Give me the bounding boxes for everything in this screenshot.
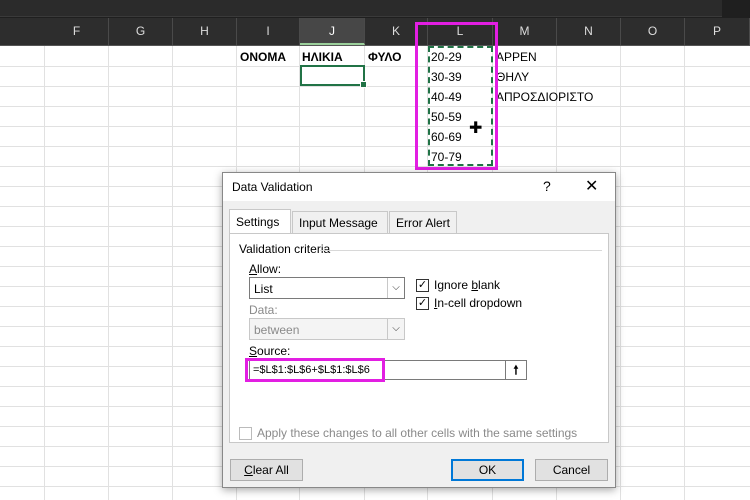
column-header-j[interactable]: J (300, 18, 365, 45)
chevron-down-icon[interactable]: ⌵ (387, 278, 404, 298)
highlight-box-column-l (415, 22, 498, 170)
formula-bar-strip (0, 0, 722, 17)
active-cell-j2[interactable] (300, 65, 367, 88)
column-header-m[interactable]: M (493, 18, 557, 45)
column-header-i[interactable]: I (237, 18, 300, 45)
cell-gender-value[interactable]: ΑΡΡΕΝ (496, 47, 537, 67)
data-label: Data: (249, 303, 278, 317)
allow-select-value: List (254, 282, 273, 296)
highlight-box-source (245, 358, 385, 382)
cell-gender-value[interactable]: ΑΠΡΟΣΔΙΟΡΙΣΤΟ (496, 87, 593, 107)
dialog-title-bar: Data Validation ? ✕ (223, 173, 615, 201)
source-label: Source: (249, 344, 291, 358)
column-header-n[interactable]: N (557, 18, 621, 45)
data-select: between ⌵ (249, 318, 405, 340)
cell-gender-value[interactable]: ΘΗΛΥ (496, 67, 529, 87)
column-header-row: F G H I J K L M N O P (0, 18, 750, 46)
tab-settings[interactable]: Settings (229, 209, 291, 233)
column-header-o[interactable]: O (621, 18, 685, 45)
collapse-dialog-icon[interactable]: 🠕 (505, 360, 527, 380)
cell-age-header[interactable]: ΗΛΙΚΙΑ (302, 47, 343, 67)
ignore-blank-label: Ignore blank (434, 278, 501, 292)
group-divider (320, 250, 602, 251)
column-header-h[interactable]: H (173, 18, 237, 45)
tab-error-alert[interactable]: Error Alert (389, 211, 457, 233)
window-top-bar (0, 0, 750, 18)
data-validation-dialog: Data Validation ? ✕ Settings Input Messa… (222, 172, 616, 488)
ignore-blank-checkbox[interactable]: ✓ (416, 279, 429, 292)
column-header-g[interactable]: G (109, 18, 173, 45)
chevron-down-icon: ⌵ (387, 319, 404, 339)
cell-name-header[interactable]: ΟΝΟΜΑ (240, 47, 286, 67)
help-icon[interactable]: ? (543, 178, 551, 194)
in-cell-dropdown-label: In-cell dropdown (434, 296, 523, 310)
column-header-p[interactable]: P (685, 18, 750, 45)
apply-all-checkbox (239, 427, 252, 440)
allow-label: Allow: (249, 262, 282, 276)
cell-gender-header[interactable]: ΦΥΛΟ (368, 47, 401, 67)
settings-panel: Validation criteria Allow: List ⌵ ✓ Igno… (229, 233, 609, 443)
column-header-f[interactable]: F (45, 18, 109, 45)
fill-handle[interactable] (360, 81, 367, 88)
dialog-title: Data Validation (232, 180, 313, 194)
allow-select[interactable]: List ⌵ (249, 277, 405, 299)
clear-all-button[interactable]: Clear All (230, 459, 303, 481)
in-cell-dropdown-checkbox[interactable]: ✓ (416, 297, 429, 310)
cancel-button[interactable]: Cancel (535, 459, 608, 481)
tab-input-message[interactable]: Input Message (292, 211, 388, 233)
validation-criteria-legend: Validation criteria (239, 242, 331, 256)
data-select-value: between (254, 323, 300, 337)
close-icon[interactable]: ✕ (585, 176, 598, 196)
plus-cursor-icon: ✚ (469, 120, 483, 137)
apply-all-label: Apply these changes to all other cells w… (257, 426, 578, 440)
ok-button[interactable]: OK (451, 459, 524, 481)
